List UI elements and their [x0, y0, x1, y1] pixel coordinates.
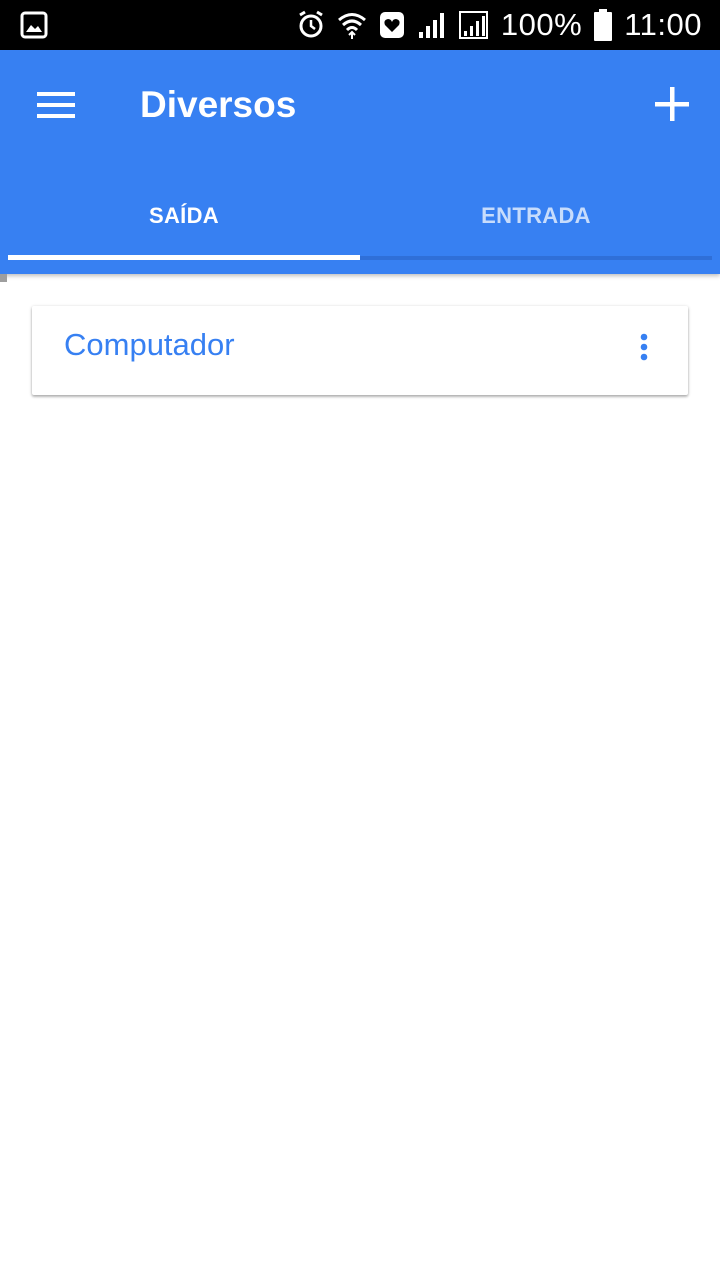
signal-icon	[417, 10, 447, 40]
gallery-icon	[20, 11, 48, 39]
wifi-icon	[337, 10, 367, 40]
app-bar: Diversos SAÍDA ENTRADA	[0, 50, 720, 274]
more-options-button[interactable]	[626, 328, 662, 372]
tab-entrada[interactable]: ENTRADA	[360, 170, 712, 262]
signal-icon	[458, 10, 489, 40]
alarm-icon	[297, 10, 325, 40]
more-vertical-icon	[639, 333, 649, 368]
battery-percent: 100%	[500, 7, 583, 42]
tab-indicator	[8, 255, 360, 260]
edge-marker	[0, 274, 7, 282]
status-icons: 100% 11:00	[297, 0, 702, 50]
tab-bar: SAÍDA ENTRADA	[8, 170, 712, 262]
status-bar: 100% 11:00	[0, 0, 720, 50]
battery-icon	[594, 9, 613, 41]
hamburger-menu-icon	[36, 90, 76, 125]
card-title: Computador	[64, 327, 235, 362]
heart-icon	[379, 11, 405, 39]
add-button[interactable]	[642, 76, 702, 136]
page-title: Diversos	[140, 84, 297, 125]
menu-button[interactable]	[26, 77, 86, 137]
list-item[interactable]: Computador	[32, 306, 688, 395]
clock: 11:00	[624, 7, 702, 42]
plus-icon	[654, 86, 690, 127]
tab-saida[interactable]: SAÍDA	[8, 170, 360, 262]
